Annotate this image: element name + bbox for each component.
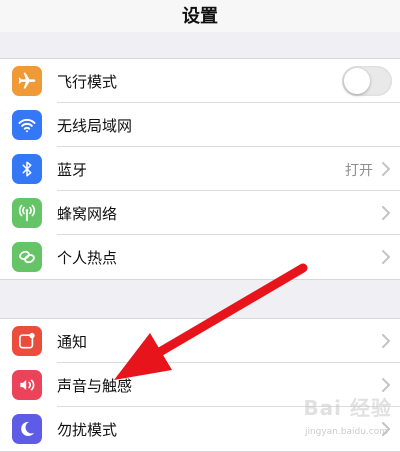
navigation-bar: 设置 <box>0 0 400 32</box>
settings-row-label: 无线局域网 <box>57 117 133 135</box>
settings-row-label: 蜂窝网络 <box>57 205 118 223</box>
toggle-knob <box>344 68 370 94</box>
speaker-icon <box>12 370 42 400</box>
settings-row-label: 通知 <box>57 333 88 351</box>
settings-row-bluetooth[interactable]: 蓝牙 打开 <box>0 147 400 191</box>
bluetooth-status-value: 打开 <box>345 163 373 179</box>
settings-row-wifi[interactable]: 无线局域网 <box>0 103 400 147</box>
settings-row-cellular[interactable]: 蜂窝网络 <box>0 191 400 235</box>
notification-icon <box>12 326 42 356</box>
link-icon <box>12 242 42 272</box>
chevron-right-icon <box>382 250 390 264</box>
settings-row-notifications[interactable]: 通知 <box>0 319 400 363</box>
settings-group-connectivity: 飞行模式 无线局域网 蓝牙 打开 蜂窝网络 个人热点 <box>0 58 400 280</box>
antenna-icon <box>12 198 42 228</box>
chevron-right-icon <box>382 334 390 348</box>
bluetooth-icon <box>12 154 42 184</box>
watermark: Bai 经验 <box>303 396 392 420</box>
page-title: 设置 <box>182 6 218 27</box>
chevron-right-icon <box>382 378 390 392</box>
wifi-icon <box>12 110 42 140</box>
airplane-mode-toggle[interactable] <box>342 66 392 96</box>
settings-row-airplane-mode[interactable]: 飞行模式 <box>0 59 400 103</box>
settings-row-label: 个人热点 <box>57 249 118 267</box>
airplane-icon <box>12 66 42 96</box>
settings-row-label: 飞行模式 <box>57 73 118 91</box>
settings-row-label: 勿扰模式 <box>57 421 118 439</box>
settings-row-label: 声音与触感 <box>57 377 133 395</box>
settings-row-label: 蓝牙 <box>57 161 88 179</box>
watermark-url: jingyan.baidu.com <box>304 427 388 437</box>
chevron-right-icon <box>382 162 390 176</box>
moon-icon <box>12 414 42 444</box>
chevron-right-icon <box>382 206 390 220</box>
settings-row-personal-hotspot[interactable]: 个人热点 <box>0 235 400 279</box>
